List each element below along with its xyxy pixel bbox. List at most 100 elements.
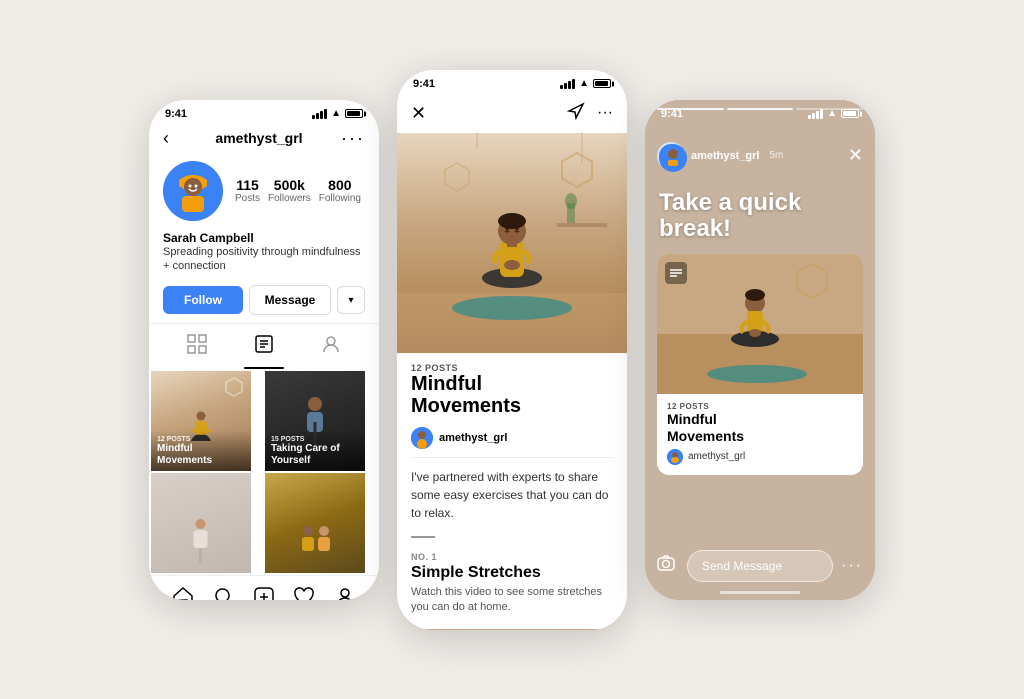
tab-grid[interactable] <box>163 324 230 369</box>
status-icons-2: ▲ <box>560 78 611 89</box>
tab-guide[interactable] <box>230 324 297 369</box>
more-options-button[interactable]: ··· <box>341 128 365 149</box>
nav-search[interactable] <box>211 584 237 599</box>
grid-item-2-posts: 15 POSTS <box>271 436 359 443</box>
story-more-button[interactable]: ··· <box>841 557 863 575</box>
grid-item-2-overlay: 15 POSTS Taking Care ofYourself <box>265 430 365 471</box>
grid-item-3[interactable] <box>151 473 251 573</box>
guide-header: ✕ ··· <box>397 94 627 133</box>
camera-icon[interactable] <box>657 554 675 577</box>
story-avatar-img <box>659 144 687 172</box>
story-card-avatar <box>667 449 683 465</box>
phones-container: 9:41 ▲ ‹ amethyst_grl ··· <box>149 70 875 630</box>
story-card-author: amethyst_grl <box>667 449 853 465</box>
story-card-content: 12 POSTS MindfulMovements amethyst_grl <box>657 394 863 475</box>
guide-section-num: NO. 1 <box>411 552 613 562</box>
person-tag-icon <box>321 334 341 354</box>
stat-followers: 500k Followers <box>268 177 311 204</box>
status-bar-2: 9:41 ▲ <box>397 70 627 94</box>
camera-svg <box>657 554 675 572</box>
stat-following: 800 Following <box>319 177 361 204</box>
grid-item-4[interactable] <box>265 473 365 573</box>
battery-icon <box>345 109 363 118</box>
status-bar-1: 9:41 ▲ <box>149 100 379 124</box>
profile-username: amethyst_grl <box>177 130 341 146</box>
person-3 <box>184 518 219 563</box>
grid-item-2-title: Taking Care ofYourself <box>271 443 359 467</box>
stat-posts-label: Posts <box>235 193 260 204</box>
stat-following-value: 800 <box>319 177 361 193</box>
stat-posts: 115 Posts <box>235 177 260 204</box>
guide-section-title: Simple Stretches <box>411 564 613 582</box>
nav-create[interactable] <box>251 584 277 599</box>
grid-item-1-title: MindfulMovements <box>157 443 245 467</box>
story-message-input[interactable]: Send Message <box>687 550 833 582</box>
plus-square-icon <box>253 586 275 599</box>
send-icon <box>567 102 585 120</box>
avatar <box>163 161 223 221</box>
profile-header: ‹ amethyst_grl ··· <box>149 124 379 157</box>
time-2: 9:41 <box>413 78 435 90</box>
hex-decoration <box>225 377 243 397</box>
profile-tabs <box>149 323 379 369</box>
signal-icon-2 <box>560 79 575 89</box>
guide-send-button[interactable] <box>567 102 585 125</box>
guide-author: amethyst_grl <box>397 423 627 457</box>
phone-guide: 9:41 ▲ ✕ <box>397 70 627 630</box>
guide-icon <box>254 334 274 354</box>
time-3: 9:41 <box>661 108 683 120</box>
phone-profile: 9:41 ▲ ‹ amethyst_grl ··· <box>149 100 379 600</box>
profile-stats-row: 115 Posts 500k Followers 800 Following <box>149 157 379 229</box>
stats-group: 115 Posts 500k Followers 800 Following <box>231 177 365 204</box>
bottom-nav <box>149 575 379 599</box>
dropdown-button[interactable]: ▾ <box>337 286 365 314</box>
wifi-icon-2: ▲ <box>579 78 589 89</box>
story-username: amethyst_grl <box>691 150 759 162</box>
guide-more-button[interactable]: ··· <box>597 104 613 122</box>
chevron-down-icon: ▾ <box>348 295 353 306</box>
guide-hero-scene <box>397 133 627 353</box>
phone-story: 9:41 ▲ <box>645 100 875 600</box>
guide-title-section: 12 POSTS MindfulMovements <box>397 353 627 423</box>
guide-section-desc: Watch this video to see some stretches y… <box>411 585 613 616</box>
stat-following-label: Following <box>319 193 361 204</box>
story-close-button[interactable]: ✕ <box>848 145 863 166</box>
send-message-label: Send Message <box>702 559 782 573</box>
back-button[interactable]: ‹ <box>163 128 169 149</box>
wifi-icon-3: ▲ <box>827 108 837 119</box>
story-card-avatar-img <box>667 449 683 465</box>
avatar-svg <box>163 161 223 221</box>
grid-item-2[interactable]: 15 POSTS Taking Care ofYourself <box>265 371 365 471</box>
tab-tagged[interactable] <box>298 324 365 369</box>
story-card[interactable]: 12 POSTS MindfulMovements amethyst_grl <box>657 254 863 475</box>
profile-actions: Follow Message ▾ <box>149 279 379 323</box>
grid-item-1[interactable]: 12 POSTS MindfulMovements <box>151 371 251 471</box>
status-icons-3: ▲ <box>808 108 859 119</box>
follow-button[interactable]: Follow <box>163 286 243 314</box>
signal-icon <box>312 109 327 119</box>
story-background: 9:41 ▲ <box>645 100 875 600</box>
story-user-info: amethyst_grl 5m ✕ <box>645 124 875 170</box>
guide-author-avatar <box>411 427 433 449</box>
story-title: Take a quick break! <box>645 170 875 255</box>
guide-close-button[interactable]: ✕ <box>411 103 426 124</box>
time-1: 9:41 <box>165 108 187 120</box>
heart-icon <box>293 586 315 599</box>
nav-likes[interactable] <box>291 584 317 599</box>
nav-home[interactable] <box>170 584 196 599</box>
guide-section-1: NO. 1 Simple Stretches Watch this video … <box>397 548 627 622</box>
guide-author-name: amethyst_grl <box>439 432 507 444</box>
story-card-image <box>657 254 863 394</box>
grid-item-1-posts: 12 POSTS <box>157 436 245 443</box>
battery-icon-2 <box>593 79 611 88</box>
stat-followers-value: 500k <box>268 177 311 193</box>
home-icon <box>172 586 194 599</box>
nav-profile[interactable] <box>332 584 358 599</box>
guide-title: MindfulMovements <box>411 373 613 417</box>
story-time: 5m <box>769 150 783 161</box>
message-button[interactable]: Message <box>249 285 331 315</box>
bio-text: Spreading positivity through mindfulness… <box>163 245 365 274</box>
persons-4 <box>290 525 340 565</box>
story-avatar <box>657 142 685 170</box>
person-icon <box>334 586 356 599</box>
